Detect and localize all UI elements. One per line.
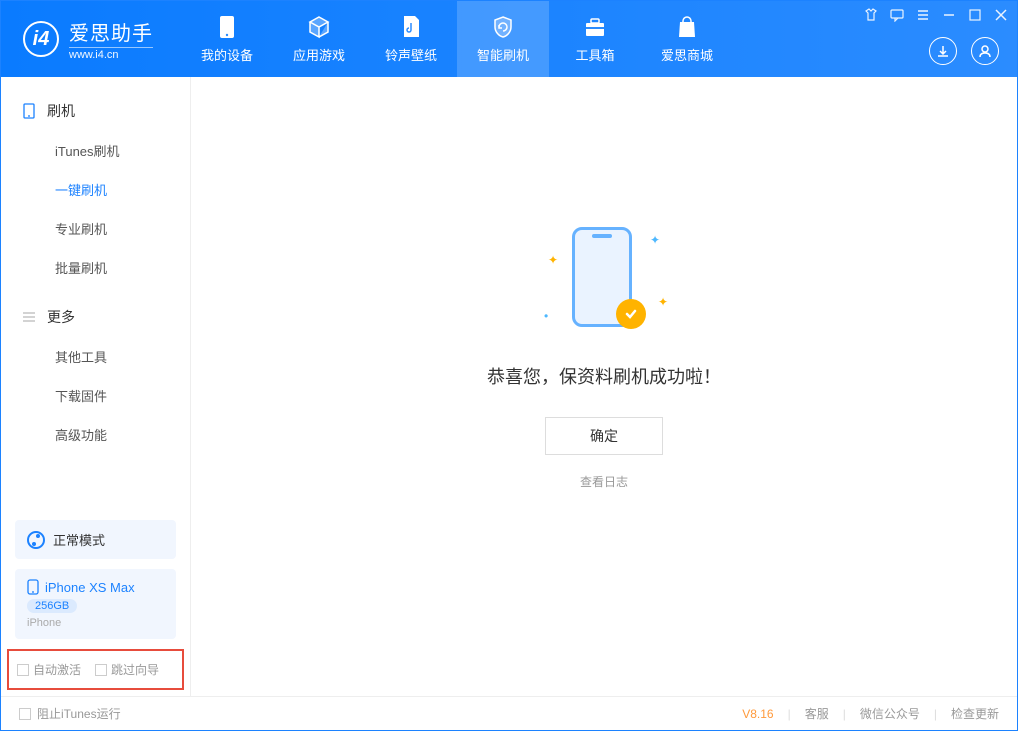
phone-small-icon [27,579,39,595]
shield-refresh-icon [491,15,515,39]
device-type: iPhone [27,617,164,629]
sidebar-group-flash: 刷机 [1,91,190,131]
mode-icon [27,531,45,549]
sparkle-icon: ✦ [650,233,660,247]
group-label: 更多 [47,307,75,327]
checkbox-label: 自动激活 [33,661,81,678]
close-icon[interactable] [993,7,1009,23]
checkbox-icon [17,664,29,676]
tab-store[interactable]: 爱思商城 [641,1,733,77]
tab-label: 智能刷机 [477,45,529,64]
sidebar-item-batch-flash[interactable]: 批量刷机 [1,248,190,287]
phone-icon [215,15,239,39]
app-header: i4 爱思助手 www.i4.cn 我的设备 应用游戏 铃声壁纸 智能刷机 工具… [1,1,1017,77]
download-button[interactable] [929,37,957,65]
version-label: V8.16 [742,707,773,721]
separator: | [934,707,937,721]
checkbox-icon [95,664,107,676]
mode-label: 正常模式 [53,530,105,549]
checkbox-label: 阻止iTunes运行 [37,705,121,722]
device-info[interactable]: iPhone XS Max 256GB iPhone [15,569,176,639]
sparkle-icon: ✦ [548,253,558,267]
highlighted-options: 自动激活 跳过向导 [7,649,184,690]
sidebar-item-download-firmware[interactable]: 下载固件 [1,376,190,415]
wechat-link[interactable]: 微信公众号 [860,705,920,722]
success-message: 恭喜您，保资料刷机成功啦！ [487,363,721,389]
main-tabs: 我的设备 应用游戏 铃声壁纸 智能刷机 工具箱 爱思商城 [181,1,733,77]
tab-ringtones[interactable]: 铃声壁纸 [365,1,457,77]
tab-label: 工具箱 [575,45,614,64]
minimize-icon[interactable] [941,7,957,23]
checkbox-icon [19,708,31,720]
sidebar-item-itunes-flash[interactable]: iTunes刷机 [1,131,190,170]
maximize-icon[interactable] [967,7,983,23]
sparkle-icon: • [544,309,548,323]
support-link[interactable]: 客服 [805,705,829,722]
device-name: iPhone XS Max [45,580,135,595]
mode-indicator[interactable]: 正常模式 [15,520,176,559]
sidebar-item-oneclick-flash[interactable]: 一键刷机 [1,170,190,209]
tab-label: 爱思商城 [661,45,713,64]
tab-label: 应用游戏 [293,45,345,64]
success-illustration: ✦ ✦ • ✦ [534,223,674,343]
app-url: www.i4.cn [69,47,153,61]
menu-icon[interactable] [915,7,931,23]
view-log-link[interactable]: 查看日志 [580,473,628,490]
sidebar-group-more: 更多 [1,297,190,337]
tab-label: 铃声壁纸 [385,45,437,64]
separator: | [788,707,791,721]
main-content: ✦ ✦ • ✦ 恭喜您，保资料刷机成功啦！ 确定 查看日志 [191,77,1017,696]
logo-area: i4 爱思助手 www.i4.cn [1,17,171,61]
list-icon [21,309,37,325]
window-controls [863,7,1009,23]
checkbox-label: 跳过向导 [111,661,159,678]
device-storage-badge: 256GB [27,599,77,613]
sidebar-item-other-tools[interactable]: 其他工具 [1,337,190,376]
checkbox-skip-guide[interactable]: 跳过向导 [95,661,159,678]
sidebar-item-pro-flash[interactable]: 专业刷机 [1,209,190,248]
check-update-link[interactable]: 检查更新 [951,705,999,722]
toolbox-icon [583,15,607,39]
checkbox-block-itunes[interactable]: 阻止iTunes运行 [19,705,121,722]
tab-toolbox[interactable]: 工具箱 [549,1,641,77]
tab-label: 我的设备 [201,45,253,64]
bag-icon [675,15,699,39]
user-button[interactable] [971,37,999,65]
ok-button[interactable]: 确定 [545,417,663,455]
shirt-icon[interactable] [863,7,879,23]
tab-apps[interactable]: 应用游戏 [273,1,365,77]
app-name: 爱思助手 [69,17,153,46]
header-right-buttons [929,37,999,65]
checkbox-auto-activate[interactable]: 自动激活 [17,661,81,678]
device-icon [21,103,37,119]
separator: | [843,707,846,721]
sidebar: 刷机 iTunes刷机 一键刷机 专业刷机 批量刷机 更多 其他工具 下载固件 … [1,77,191,696]
group-label: 刷机 [47,101,75,121]
cube-icon [307,15,331,39]
check-badge-icon [616,299,646,329]
tab-my-device[interactable]: 我的设备 [181,1,273,77]
logo-icon: i4 [23,21,59,57]
status-bar: 阻止iTunes运行 V8.16 | 客服 | 微信公众号 | 检查更新 [1,696,1017,730]
feedback-icon[interactable] [889,7,905,23]
tab-flash[interactable]: 智能刷机 [457,1,549,77]
sparkle-icon: ✦ [658,295,668,309]
music-file-icon [399,15,423,39]
sidebar-item-advanced[interactable]: 高级功能 [1,415,190,454]
